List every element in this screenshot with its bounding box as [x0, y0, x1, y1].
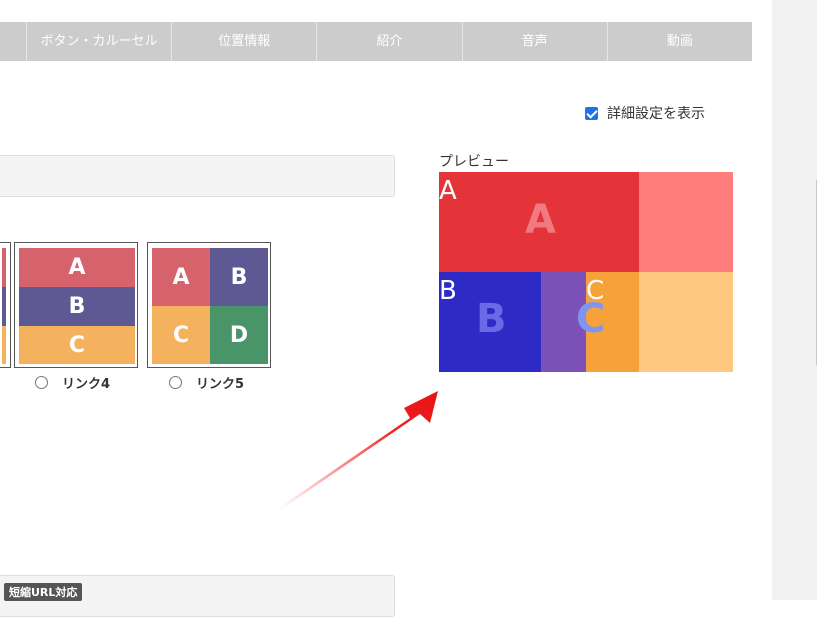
tab-partial[interactable] — [0, 22, 26, 61]
text-input[interactable] — [0, 155, 395, 197]
tab-video[interactable]: 動画 — [606, 22, 752, 61]
preview-region-a-light — [639, 172, 733, 272]
layout-option-link4[interactable]: リンク4 — [35, 373, 110, 392]
tab-button-carousel[interactable]: ボタン・カルーセル — [25, 22, 171, 61]
preview-panel: A B C A B C — [439, 172, 733, 372]
arrow-icon — [280, 391, 438, 509]
layout-thumbnail-link5[interactable]: A B C D — [147, 242, 271, 368]
tab-bar: ボタン・カルーセル 位置情報 紹介 音声 動画 — [0, 22, 752, 61]
preview-label: プレビュー — [439, 154, 509, 170]
preview-letter-b: B — [439, 276, 457, 306]
short-url-badge: 短縮URL対応 — [4, 583, 83, 601]
preview-ghost-a: A — [525, 197, 556, 243]
advanced-settings-toggle[interactable]: 詳細設定を表示 — [585, 103, 705, 123]
tab-audio[interactable]: 音声 — [461, 22, 607, 61]
layout-cell-b: B — [210, 248, 268, 306]
layout-cell-d: D — [210, 306, 268, 364]
preview-letter-a: A — [439, 176, 457, 206]
preview-region-c-light — [639, 272, 733, 372]
layout-cell-a: A — [152, 248, 210, 306]
preview-letter-c: C — [586, 276, 605, 306]
layout-option-label: リンク4 — [62, 377, 111, 392]
layout-option-label: リンク5 — [196, 377, 245, 392]
preview-ghost-b: B — [476, 296, 507, 342]
page-right-gutter — [772, 0, 817, 600]
layout-thumbnail-link4[interactable]: A B C — [14, 242, 138, 368]
tab-location[interactable]: 位置情報 — [171, 22, 316, 61]
layout-thumbnail-partial[interactable] — [0, 242, 11, 368]
tab-introduction[interactable]: 紹介 — [316, 22, 461, 61]
radio-icon[interactable] — [169, 376, 182, 389]
layout-cell-b: B — [19, 287, 135, 326]
layout-cell-c: C — [152, 306, 210, 364]
layout-option-link5[interactable]: リンク5 — [169, 373, 244, 392]
advanced-settings-label: 詳細設定を表示 — [607, 106, 705, 122]
checkbox-checked-icon[interactable] — [585, 106, 598, 120]
layout-cell-c: C — [19, 326, 135, 364]
layout-cell-a: A — [19, 248, 135, 287]
radio-icon[interactable] — [35, 376, 48, 389]
